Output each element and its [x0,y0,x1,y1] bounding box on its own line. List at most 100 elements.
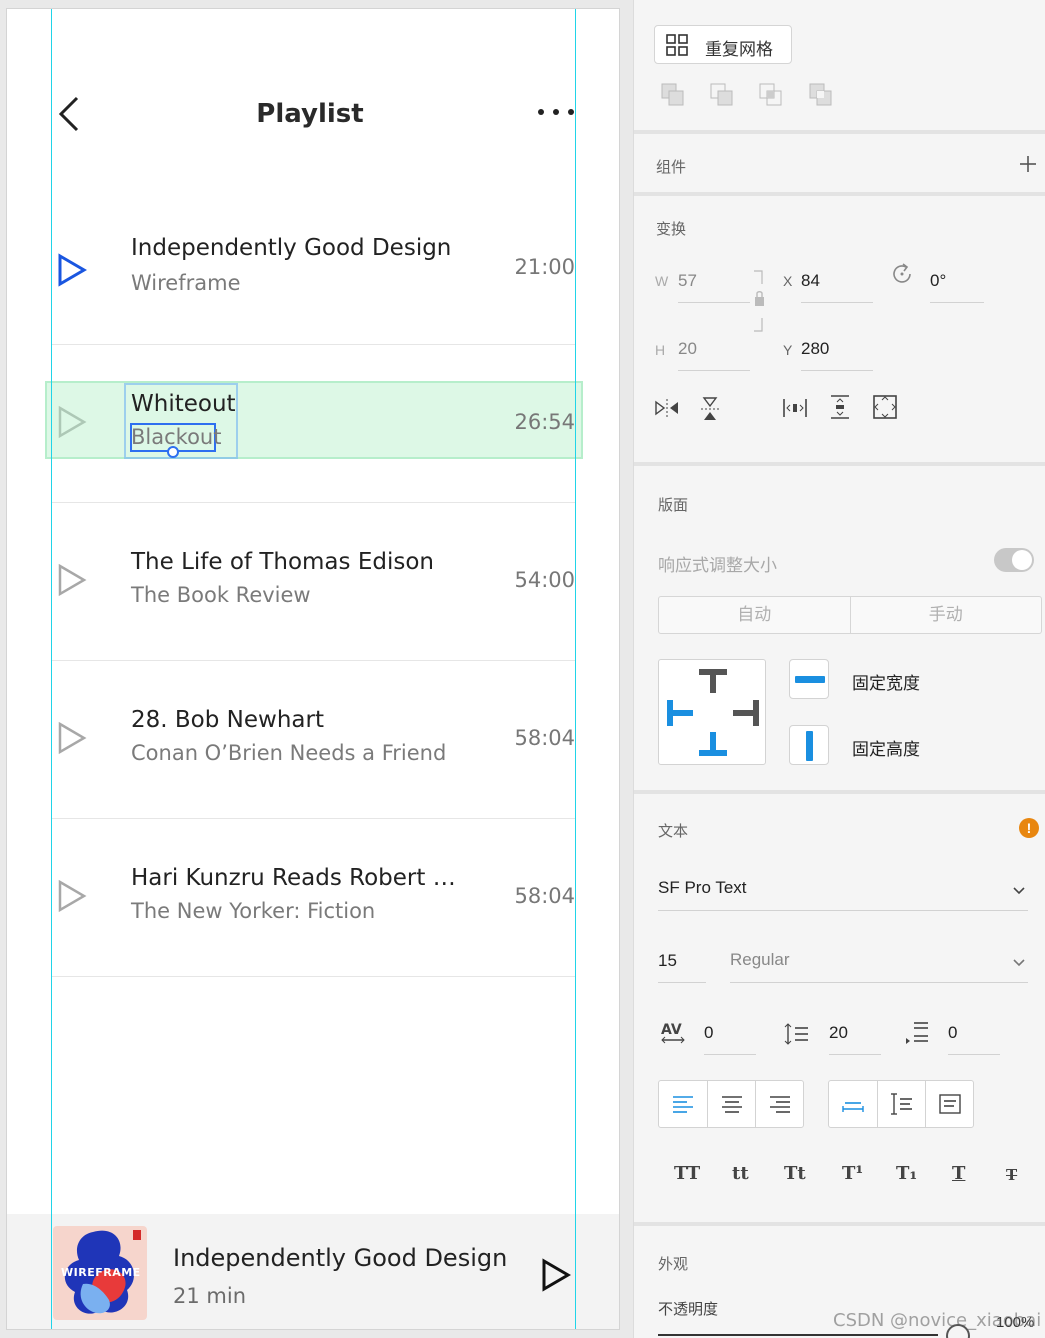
paragraph-spacing-underline [948,1054,1000,1055]
fixed-height-button[interactable] [789,725,829,765]
superscript-button[interactable]: T¹ [842,1163,863,1184]
line-spacing-input[interactable]: 20 [829,1023,848,1043]
more-options-icon[interactable] [535,101,577,123]
aspect-lock-icon[interactable] [752,270,766,334]
chevron-down-icon[interactable] [1012,886,1026,896]
text-align-group[interactable] [658,1080,804,1128]
responsive-resize-label: 响应式调整大小 [658,556,777,575]
flip-horizontal-icon[interactable] [654,396,680,420]
episode-subtitle: The New Yorker: Fiction [131,899,376,923]
fit-content-icon[interactable] [872,394,898,420]
artboard-playlist[interactable]: Playlist Independently Good Design Wiref… [6,8,620,1330]
layout-guide-right[interactable] [575,9,576,1329]
episode-duration: 58:04 [514,884,575,908]
section-divider [634,462,1045,466]
layout-guide-left[interactable] [51,9,52,1329]
episode-subtitle: Conan O’Brien Needs a Friend [131,741,447,765]
font-family-select[interactable]: SF Pro Text [658,878,747,898]
height-input[interactable]: 20 [678,339,697,359]
align-left-button[interactable] [659,1081,707,1127]
manual-option[interactable]: 手动 [849,597,1042,633]
width-input[interactable]: 57 [678,271,697,291]
podcast-artwork: WIREFRAME [53,1226,147,1320]
auto-option[interactable]: 自动 [659,597,850,633]
point-text-button[interactable] [829,1081,877,1127]
titlecase-button[interactable]: Tt [784,1163,806,1184]
font-size-underline [658,982,706,983]
page-title: Playlist [256,99,364,129]
list-item[interactable]: 28. Bob Newhart Conan O’Brien Needs a Fr… [51,661,575,819]
character-spacing-input[interactable]: 0 [704,1023,713,1043]
underline-button[interactable]: T [952,1163,965,1184]
section-divider [634,192,1045,196]
selection-handle[interactable] [167,446,179,458]
artwork-text: WIREFRAME [61,1266,141,1279]
fixed-width-icon [795,676,825,683]
mini-player[interactable]: WIREFRAME Independently Good Design 21 m… [7,1214,619,1329]
auto-height-button[interactable] [877,1081,925,1127]
constraints-widget[interactable] [658,659,766,765]
resize-mode-segmented[interactable]: 自动 手动 [658,596,1042,634]
fixed-size-button[interactable] [925,1081,973,1127]
width-label: W [655,273,669,289]
line-spacing-underline [829,1054,881,1055]
align-right-button[interactable] [755,1081,803,1127]
warning-icon[interactable]: ! [1019,818,1039,838]
distribute-horizontal-icon[interactable] [782,396,808,420]
boolean-subtract-icon[interactable] [709,82,735,108]
flip-vertical-icon[interactable] [698,396,722,422]
add-component-icon[interactable] [1018,154,1038,174]
line-spacing-icon [784,1023,808,1045]
paragraph-spacing-input[interactable]: 0 [948,1023,957,1043]
episode-duration: 58:04 [514,726,575,750]
distribute-vertical-icon[interactable] [828,394,852,420]
fixed-height-icon [806,731,813,761]
play-icon[interactable] [57,563,87,597]
font-weight-select[interactable]: Regular [730,950,790,970]
lowercase-button[interactable]: tt [732,1163,749,1184]
font-family-underline [658,910,1028,911]
responsive-resize-toggle[interactable] [994,548,1034,572]
episode-title: Hari Kunzru Reads Robert … [131,865,456,891]
align-center-button[interactable] [707,1081,755,1127]
fixed-width-button[interactable] [789,659,829,699]
rotation-underline [930,302,984,303]
character-spacing-icon: AV [661,1022,685,1044]
height-label: H [655,342,666,358]
section-divider [634,130,1045,134]
play-icon[interactable] [541,1258,571,1292]
episode-subtitle: Wireframe [131,271,241,295]
y-input[interactable]: 280 [801,339,829,359]
subscript-button[interactable]: T₁ [896,1163,917,1184]
font-size-input[interactable]: 15 [658,951,677,971]
appearance-label: 外观 [658,1256,689,1273]
list-item[interactable]: Independently Good Design Wireframe 21:0… [51,187,575,345]
opacity-label: 不透明度 [658,1301,719,1318]
opacity-slider-track[interactable] [658,1334,938,1336]
list-item[interactable]: Hari Kunzru Reads Robert … The New Yorke… [51,819,575,977]
repeat-grid-button[interactable]: 重复网格 [654,25,792,64]
text-box-type-group[interactable] [828,1080,974,1128]
play-icon[interactable] [57,721,87,755]
property-inspector: 重复网格 组件 变换 W 57 X 84 0° H 20 Y 280 版面 响应… [633,0,1045,1338]
fixed-size-icon [939,1094,961,1114]
uppercase-button[interactable]: TT [674,1163,700,1184]
boolean-intersect-icon[interactable] [758,82,784,108]
strikethrough-button[interactable]: T [1006,1166,1017,1184]
now-playing-title: Independently Good Design [173,1244,508,1272]
x-label: X [783,273,793,289]
svg-text:AV: AV [661,1022,682,1038]
components-label: 组件 [656,159,687,176]
transform-label: 变换 [656,221,687,238]
list-item[interactable]: The Life of Thomas Edison The Book Revie… [51,503,575,661]
play-icon[interactable] [57,253,87,287]
x-input[interactable]: 84 [801,271,820,291]
boolean-exclude-icon[interactable] [808,82,834,108]
rotation-input[interactable]: 0° [930,271,946,291]
y-label: Y [783,342,793,358]
episode-duration: 54:00 [514,568,575,592]
chevron-down-icon[interactable] [1012,958,1026,968]
play-icon[interactable] [57,879,87,913]
fixed-width-label: 固定宽度 [852,674,920,693]
boolean-add-icon[interactable] [660,82,686,108]
